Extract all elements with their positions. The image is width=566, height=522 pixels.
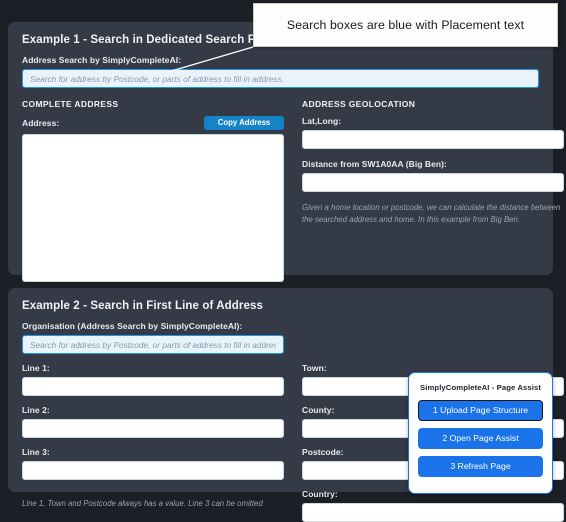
page-assist-title: SimplyCompleteAI - Page Assist	[420, 383, 542, 392]
line-2-label: Line 2:	[22, 405, 50, 415]
address-search-label: Address Search by SimplyCompleteAI:	[22, 55, 182, 65]
line-3-label: Line 3:	[22, 447, 50, 457]
address-label: Address:	[22, 118, 60, 128]
line-1-label: Line 1:	[22, 363, 50, 373]
refresh-page-button[interactable]: 3 Refresh Page	[418, 456, 543, 477]
address-geolocation-heading: ADDRESS GEOLOCATION	[302, 99, 416, 109]
grid-spacer	[302, 321, 564, 354]
field-block-line-3: Line 3:	[22, 447, 284, 480]
country-input[interactable]	[302, 503, 564, 522]
line-2-input[interactable]	[22, 419, 284, 438]
line-3-input[interactable]	[22, 461, 284, 480]
copy-address-button[interactable]: Copy Address	[204, 116, 284, 130]
example-1-panel: Example 1 - Search in Dedicated Search F…	[8, 22, 564, 282]
distance-label: Distance from SW1A0AA (Big Ben):	[302, 159, 447, 169]
organisation-field-block: Organisation (Address Search by SimplyCo…	[22, 321, 284, 354]
example-2-footer-hint: Line 1, Town and Postcode always has a v…	[22, 499, 263, 508]
organisation-label: Organisation (Address Search by SimplyCo…	[22, 321, 243, 331]
line-1-input[interactable]	[22, 377, 284, 396]
geolocation-hint: Given a home location or postcode, we ca…	[302, 203, 561, 224]
example-1-columns: COMPLETE ADDRESS Address: Copy Address A…	[22, 99, 564, 282]
address-search-input[interactable]	[22, 69, 539, 88]
address-textarea[interactable]	[22, 134, 284, 282]
address-geolocation-column: ADDRESS GEOLOCATION Lat,Long: Distance f…	[302, 99, 564, 282]
distance-field-block: Distance from SW1A0AA (Big Ben):	[302, 159, 564, 192]
latlong-input[interactable]	[302, 130, 564, 149]
field-block-line-1: Line 1:	[22, 363, 284, 396]
address-row: Address: Copy Address	[22, 116, 284, 130]
complete-address-heading: COMPLETE ADDRESS	[22, 99, 119, 109]
callout-text: Search boxes are blue with Placement tex…	[286, 18, 525, 32]
page-assist-panel: SimplyCompleteAI - Page Assist 1 Upload …	[408, 372, 553, 494]
open-page-assist-button[interactable]: 2 Open Page Assist	[418, 428, 543, 449]
upload-page-structure-button[interactable]: 1 Upload Page Structure	[418, 400, 543, 421]
example-2-title: Example 2 - Search in First Line of Addr…	[22, 300, 263, 312]
field-block-line-2: Line 2:	[22, 405, 284, 438]
callout-box: Search boxes are blue with Placement tex…	[253, 3, 558, 47]
latlong-field-block: Lat,Long:	[302, 116, 564, 149]
footer-hint-block: Line 1, Town and Postcode always has a v…	[22, 498, 284, 522]
latlong-label: Lat,Long:	[302, 116, 342, 126]
distance-input[interactable]	[302, 173, 564, 192]
organisation-search-input[interactable]	[22, 335, 284, 354]
complete-address-column: COMPLETE ADDRESS Address: Copy Address	[22, 99, 284, 282]
app-root: Example 1 - Search in Dedicated Search F…	[0, 0, 566, 522]
